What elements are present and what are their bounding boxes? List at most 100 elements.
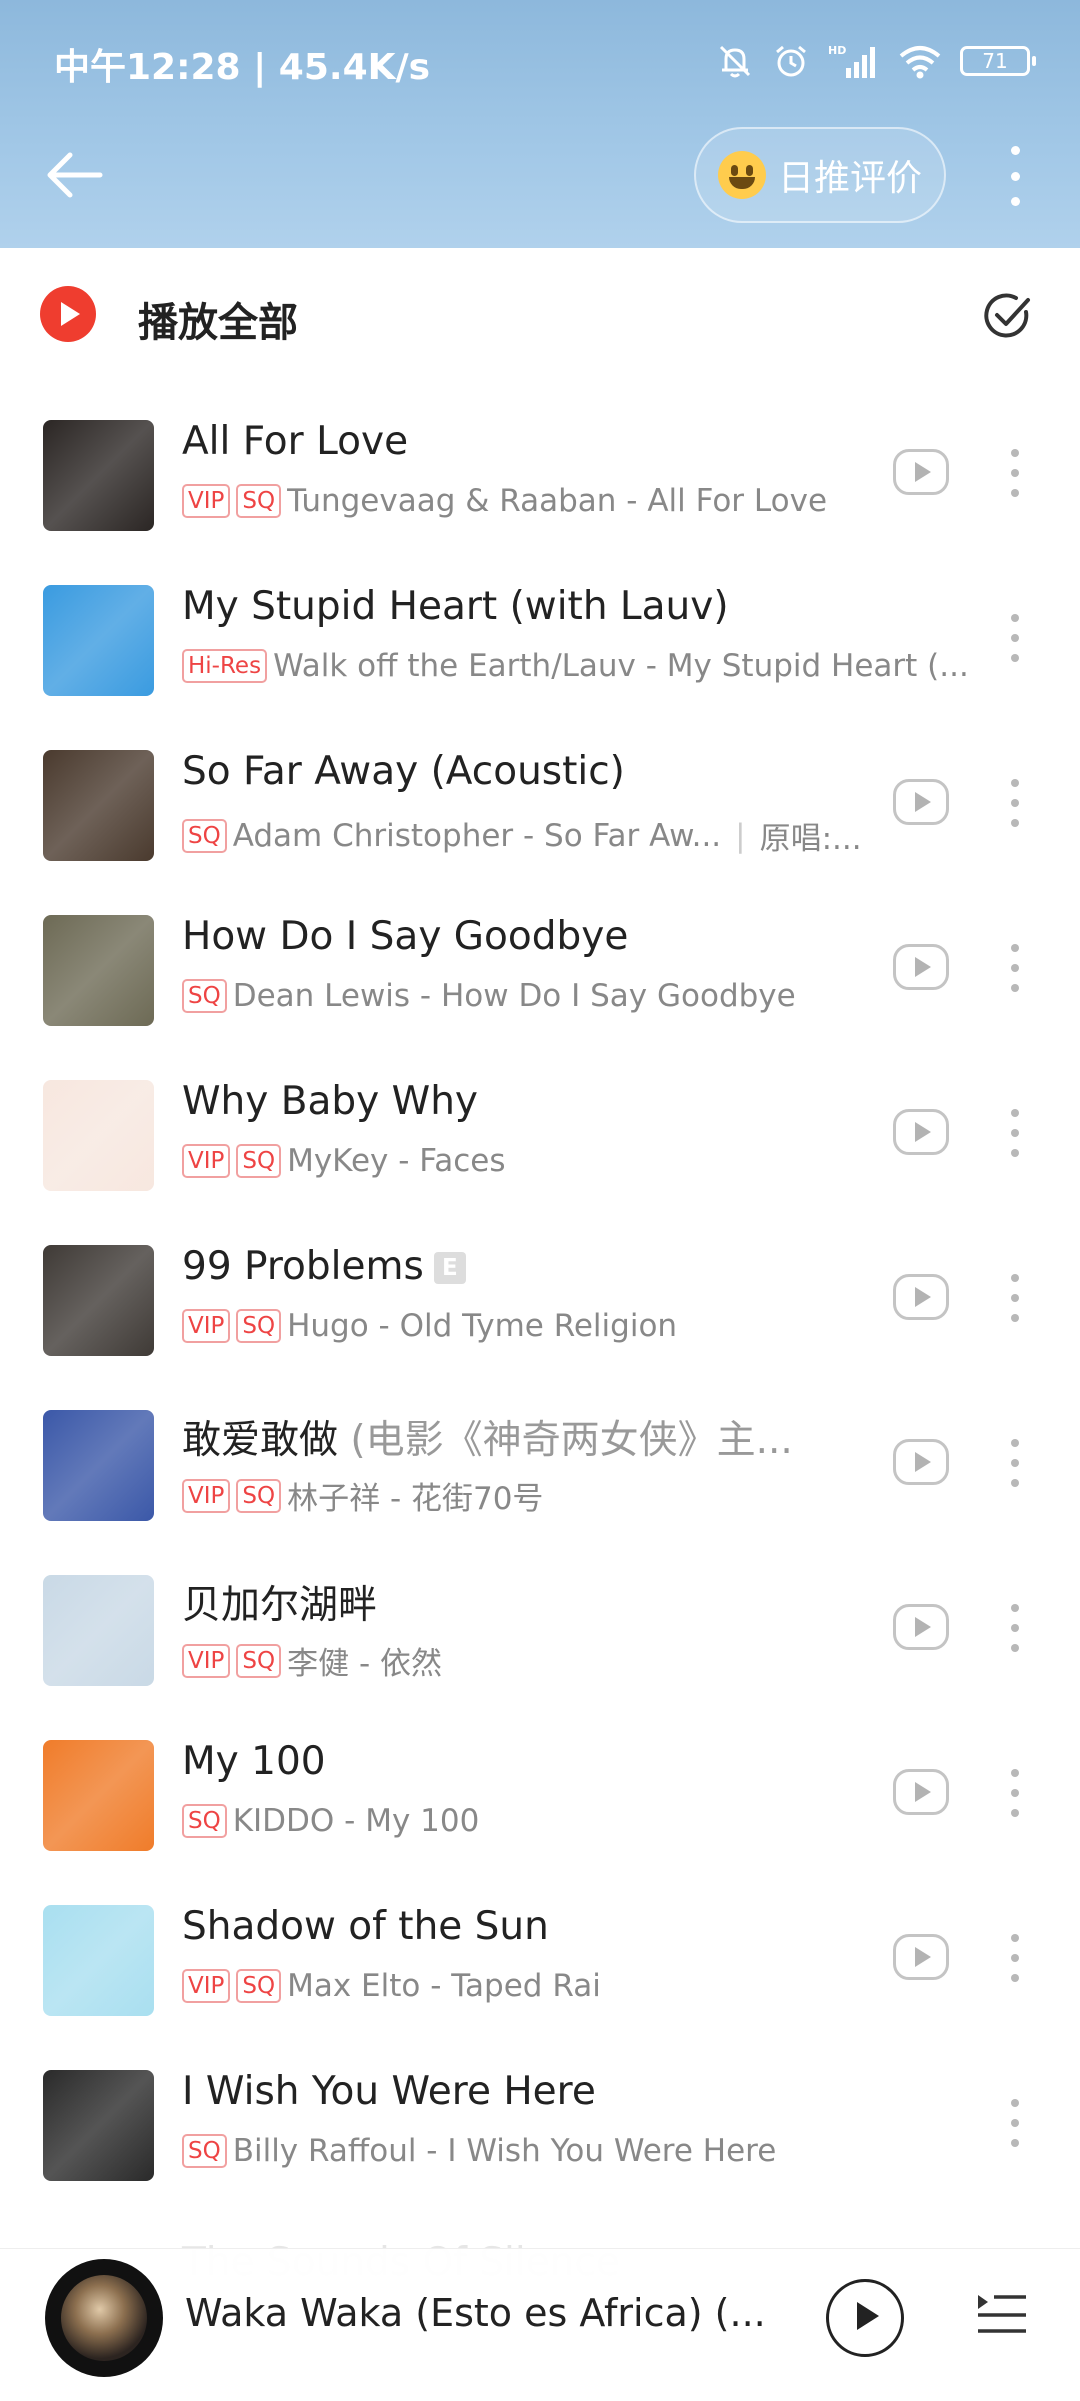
- mv-play-icon[interactable]: [893, 1109, 949, 1155]
- song-title: My 100: [182, 1739, 326, 1784]
- header: 中午12:28 | 45.4K/s HD 71 日推评价: [0, 0, 1080, 248]
- album-cover: [43, 750, 154, 861]
- song-row[interactable]: Why Baby Why VIP SQ MyKey - Faces: [0, 1053, 1080, 1218]
- mv-play-icon[interactable]: [893, 1934, 949, 1980]
- song-row[interactable]: I Wish You Were Here SQ Billy Raffoul - I …: [0, 2043, 1080, 2208]
- artist-album-text: MyKey - Faces: [287, 1143, 506, 1179]
- song-row[interactable]: 贝加尔湖畔 VIP SQ 李健 - 依然: [0, 1548, 1080, 1713]
- song-more-icon[interactable]: [1005, 2099, 1025, 2147]
- mv-play-icon[interactable]: [893, 1769, 949, 1815]
- battery-icon: 71: [960, 46, 1036, 76]
- song-meta: Hi-Res Walk off the Earth/Lauv - My Stupi…: [182, 648, 969, 684]
- song-title: 敢爱敢做 (电影《神奇两女侠》主...: [182, 1418, 793, 1463]
- more-vertical-icon[interactable]: [1000, 146, 1030, 206]
- song-title: All For Love: [182, 419, 409, 464]
- album-cover: [43, 1410, 154, 1521]
- artist-album-text: 李健 - 依然: [287, 1646, 442, 1682]
- quality-badge: SQ: [182, 979, 227, 1013]
- album-cover: [43, 1905, 154, 2016]
- artist-album-text: Billy Raffoul - I Wish You Were Here: [232, 2133, 777, 2169]
- song-meta: SQ Dean Lewis - How Do I Say Goodbye: [182, 978, 796, 1014]
- song-meta: VIP SQ 李健 - 依然: [182, 1638, 442, 1683]
- quality-badge: SQ: [182, 1804, 227, 1838]
- song-title: My Stupid Heart (with Lauv): [182, 584, 729, 629]
- play-pause-button[interactable]: [826, 2279, 904, 2357]
- quality-badge: VIP: [182, 484, 231, 518]
- song-more-icon[interactable]: [1005, 944, 1025, 992]
- daily-rating-label: 日推评价: [777, 158, 922, 199]
- mini-player[interactable]: Waka Waka (Esto es Africa) (...: [0, 2248, 1080, 2401]
- quality-badge: SQ: [182, 818, 227, 853]
- song-title: I Wish You Were Here: [182, 2069, 596, 2114]
- quality-badge: VIP: [182, 1969, 231, 2003]
- play-all-row[interactable]: 播放全部: [0, 248, 1080, 378]
- mv-play-icon[interactable]: [893, 1439, 949, 1485]
- song-title: 贝加尔湖畔: [182, 1583, 378, 1628]
- quality-badge: SQ: [236, 1309, 282, 1343]
- song-row[interactable]: My 100 SQ KIDDO - My 100: [0, 1713, 1080, 1878]
- album-cover: [43, 1740, 154, 1851]
- now-playing-title[interactable]: Waka Waka (Esto es Africa) (...: [185, 2291, 766, 2335]
- song-more-icon[interactable]: [1005, 614, 1025, 662]
- song-more-icon[interactable]: [1005, 1109, 1025, 1157]
- song-more-icon[interactable]: [1005, 779, 1025, 827]
- quality-badge: SQ: [182, 2134, 227, 2168]
- daily-rating-button[interactable]: 日推评价: [694, 127, 946, 223]
- mv-play-icon[interactable]: [893, 1274, 949, 1320]
- quality-badge: SQ: [236, 484, 282, 518]
- quality-badge: SQ: [236, 1969, 282, 2003]
- song-meta: VIP SQ Tungevaag & Raaban - All For Love: [182, 483, 827, 519]
- original-singer-text: 原唱:...: [759, 821, 862, 857]
- song-title: 99 Problems E: [182, 1244, 466, 1289]
- song-row[interactable]: So Far Away (Acoustic) SQ Adam Christopher…: [0, 723, 1080, 888]
- song-row[interactable]: Shadow of the Sun VIP SQ Max Elto - Taped R…: [0, 1878, 1080, 2043]
- play-all-label: 播放全部: [138, 300, 298, 346]
- artist-album-text: Max Elto - Taped Rai: [287, 1968, 601, 2004]
- song-meta: SQ KIDDO - My 100: [182, 1803, 479, 1839]
- quality-badge: VIP: [182, 1309, 231, 1343]
- quality-badge: SQ: [236, 1643, 282, 1678]
- smile-emoji-icon: [717, 151, 766, 199]
- song-row[interactable]: My Stupid Heart (with Lauv) Hi-Res Walk of…: [0, 558, 1080, 723]
- play-circle-icon[interactable]: [40, 286, 96, 342]
- song-more-icon[interactable]: [1005, 1934, 1025, 1982]
- album-cover: [43, 915, 154, 1026]
- quality-badge: VIP: [182, 1478, 231, 1513]
- song-row[interactable]: 敢爱敢做 (电影《神奇两女侠》主... VIP SQ 林子祥 - 花街70号: [0, 1383, 1080, 1548]
- song-more-icon[interactable]: [1005, 1604, 1025, 1652]
- song-row[interactable]: All For Love VIP SQ Tungevaag & Raaban - Al…: [0, 393, 1080, 558]
- meta-separator: |: [735, 817, 746, 854]
- song-meta: VIP SQ MyKey - Faces: [182, 1143, 506, 1179]
- mv-play-icon[interactable]: [893, 1604, 949, 1650]
- check-circle-icon[interactable]: [982, 290, 1034, 342]
- quality-badge: SQ: [236, 1144, 282, 1178]
- artist-album-text: 林子祥 - 花街70号: [287, 1481, 544, 1517]
- song-title: So Far Away (Acoustic): [182, 749, 625, 794]
- album-cover: [43, 1080, 154, 1191]
- song-title: Shadow of the Sun: [182, 1904, 549, 1949]
- mv-play-icon[interactable]: [893, 449, 949, 495]
- song-more-icon[interactable]: [1005, 449, 1025, 497]
- song-row[interactable]: 99 Problems E VIP SQ Hugo - Old Tyme Religio…: [0, 1218, 1080, 1383]
- song-meta: VIP SQ Hugo - Old Tyme Religion: [182, 1308, 677, 1344]
- album-cover: [43, 585, 154, 696]
- album-cover: [43, 2070, 154, 2181]
- back-arrow-icon[interactable]: [40, 145, 112, 205]
- artist-album-text: Tungevaag & Raaban - All For Love: [287, 483, 828, 519]
- song-row[interactable]: How Do I Say Goodbye SQ Dean Lewis - How D…: [0, 888, 1080, 1053]
- mute-bell-icon: [719, 45, 751, 78]
- playlist-icon[interactable]: [974, 2285, 1030, 2341]
- status-icons: HD 71: [716, 38, 1036, 84]
- song-meta: SQ Adam Christopher - So Far Aw... | 原唱:...: [182, 813, 862, 858]
- alarm-icon: [776, 45, 806, 77]
- album-cover: [43, 1245, 154, 1356]
- now-playing-cover[interactable]: [45, 2259, 163, 2377]
- song-more-icon[interactable]: [1005, 1439, 1025, 1487]
- album-cover: [43, 1575, 154, 1686]
- song-more-icon[interactable]: [1005, 1274, 1025, 1322]
- quality-badge: VIP: [182, 1144, 231, 1178]
- artist-album-text: Dean Lewis - How Do I Say Goodbye: [232, 978, 796, 1014]
- song-more-icon[interactable]: [1005, 1769, 1025, 1817]
- mv-play-icon[interactable]: [893, 944, 949, 990]
- mv-play-icon[interactable]: [893, 779, 949, 825]
